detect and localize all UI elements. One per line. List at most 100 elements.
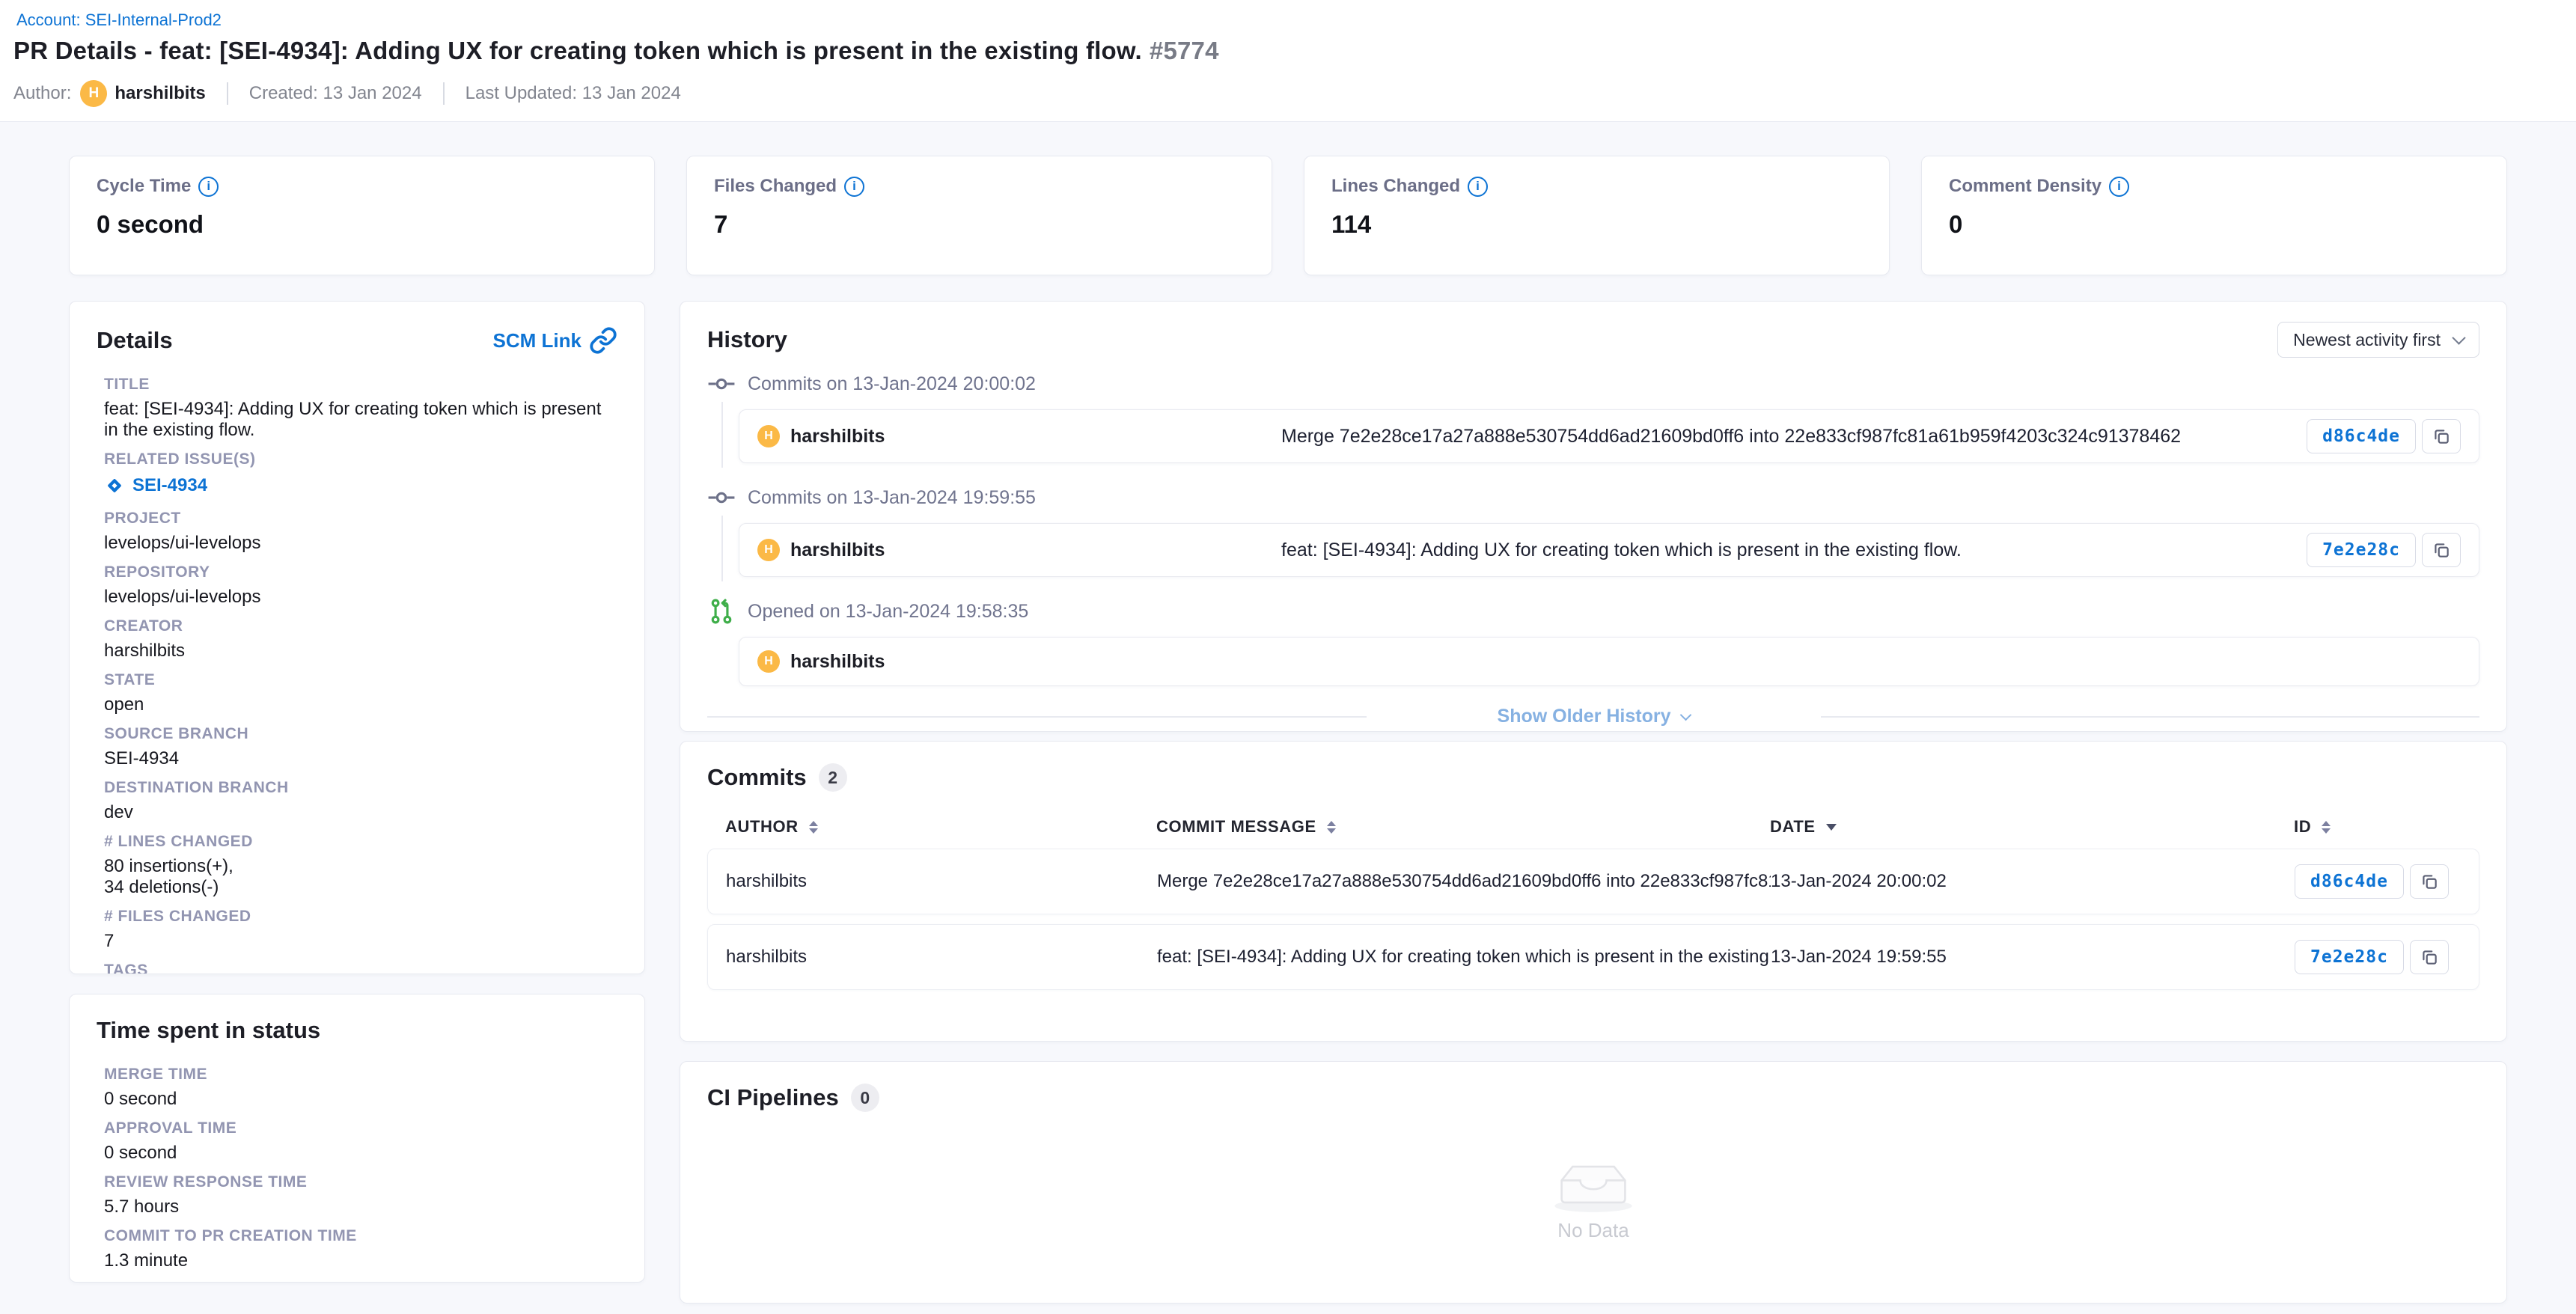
- info-icon[interactable]: i: [844, 177, 864, 197]
- author-initial: H: [89, 85, 100, 102]
- field-value: 0 second: [104, 1143, 617, 1164]
- field-destination-branch: DESTINATION BRANCH dev: [104, 778, 617, 823]
- link-icon: [589, 326, 617, 355]
- show-older-history-button[interactable]: Show Older History: [1498, 706, 1690, 727]
- history-sort-dropdown[interactable]: Newest activity first: [2277, 322, 2479, 358]
- metric-card-lines-changed: Lines Changedi 114: [1304, 156, 1890, 275]
- scm-link[interactable]: SCM Link: [493, 326, 617, 355]
- column-header-date[interactable]: DATE: [1770, 817, 2294, 837]
- commit-hash-button[interactable]: d86c4de: [2295, 864, 2404, 899]
- field-label: APPROVAL TIME: [104, 1119, 617, 1138]
- account-breadcrumb-link[interactable]: Account: SEI-Internal-Prod2: [16, 10, 222, 30]
- field-label: # LINES CHANGED: [104, 832, 617, 852]
- copy-hash-button[interactable]: [2422, 533, 2461, 567]
- history-entry-opened: Opened on 13-Jan-2024 19:58:35 H harshil…: [707, 596, 2479, 686]
- field-source-branch: SOURCE BRANCH SEI-4934: [104, 724, 617, 769]
- field-value: 0 second: [104, 1089, 617, 1110]
- info-icon[interactable]: i: [198, 177, 219, 197]
- commits-panel: Commits 2 AUTHOR COMMIT MESSAGE DATE: [680, 741, 2507, 1042]
- sort-carets-icon: [2322, 821, 2331, 834]
- pr-title-text: PR Details - feat: [SEI-4934]: Adding UX…: [13, 37, 1142, 64]
- field-tags: TAGS: [104, 961, 617, 974]
- related-issue-link[interactable]: SEI-4934: [104, 474, 207, 498]
- field-creator: CREATOR harshilbits: [104, 617, 617, 661]
- commit-message-cell: feat: [SEI-4934]: Adding UX for creating…: [1157, 947, 1771, 968]
- user-avatar: H: [757, 539, 780, 561]
- author-label: Author:: [13, 83, 71, 104]
- sort-carets-icon: [809, 821, 818, 834]
- info-icon[interactable]: i: [1468, 177, 1488, 197]
- field-label: TAGS: [104, 961, 617, 974]
- field-value: 7: [104, 931, 617, 952]
- field-value: 1.3 minute: [104, 1250, 617, 1271]
- field-value-deletions: 34 deletions(-): [104, 877, 617, 898]
- author-name: harshilbits: [115, 83, 205, 104]
- column-label: ID: [2294, 817, 2311, 837]
- copy-hash-button[interactable]: [2422, 419, 2461, 453]
- field-value: harshilbits: [104, 641, 617, 661]
- metric-card-comment-density: Comment Density i 0: [1921, 156, 2507, 275]
- info-icon[interactable]: i: [2109, 177, 2129, 197]
- details-heading: Details: [97, 327, 173, 354]
- field-label: PROJECT: [104, 509, 617, 528]
- field-value: feat: [SEI-4934]: Adding UX for creating…: [104, 399, 617, 441]
- field-label: TITLE: [104, 375, 617, 394]
- commit-message-cell: Merge 7e2e28ce17a27a888e530754dd6ad21609…: [1157, 871, 1771, 892]
- ci-pipelines-heading: CI Pipelines: [707, 1084, 839, 1111]
- pr-number: #5774: [1150, 37, 1219, 64]
- commit-hash-button[interactable]: d86c4de: [2307, 419, 2416, 453]
- commits-count-badge: 2: [819, 763, 847, 792]
- column-label: AUTHOR: [725, 817, 799, 837]
- field-title: TITLE feat: [SEI-4934]: Adding UX for cr…: [104, 375, 617, 441]
- field-value: levelops/ui-levelops: [104, 587, 617, 608]
- column-header-author[interactable]: AUTHOR: [725, 817, 1156, 837]
- field-label: MERGE TIME: [104, 1065, 617, 1084]
- commit-table-row: harshilbits Merge 7e2e28ce17a27a888e5307…: [707, 849, 2479, 914]
- field-project: PROJECT levelops/ui-levelops: [104, 509, 617, 554]
- history-panel: History Newest activity first Commits on…: [680, 301, 2507, 732]
- scm-link-label: SCM Link: [493, 329, 582, 352]
- diamond-issue-icon: [104, 475, 125, 496]
- metric-value: 0: [1949, 210, 2479, 239]
- copy-icon: [2432, 427, 2451, 446]
- field-label: CREATOR: [104, 617, 617, 636]
- page-header: Account: SEI-Internal-Prod2 PR Details -…: [0, 0, 2576, 122]
- commits-table-header: AUTHOR COMMIT MESSAGE DATE ID: [707, 815, 2479, 839]
- user-avatar: H: [757, 650, 780, 673]
- field-value-insertions: 80 insertions(+),: [104, 856, 617, 877]
- column-label: DATE: [1770, 817, 1816, 837]
- history-commit-card: H harshilbits Merge 7e2e28ce17a27a888e53…: [739, 409, 2479, 463]
- time-spent-heading: Time spent in status: [97, 1017, 617, 1050]
- metric-value: 0 second: [97, 210, 627, 239]
- copy-hash-button[interactable]: [2410, 864, 2449, 899]
- column-header-id[interactable]: ID: [2294, 817, 2461, 837]
- history-author: harshilbits: [790, 540, 885, 561]
- created-date: Created: 13 Jan 2024: [249, 83, 422, 104]
- field-review-response-time: REVIEW RESPONSE TIME 5.7 hours: [104, 1173, 617, 1217]
- commit-hash-button[interactable]: 7e2e28c: [2295, 940, 2404, 974]
- commit-hash-button[interactable]: 7e2e28c: [2307, 533, 2416, 567]
- user-avatar: H: [757, 425, 780, 447]
- commit-author-cell: harshilbits: [726, 947, 1157, 968]
- field-label: COMMIT TO PR CREATION TIME: [104, 1226, 617, 1246]
- field-value: levelops/ui-levelops: [104, 533, 617, 554]
- copy-hash-button[interactable]: [2410, 940, 2449, 974]
- related-issue-key: SEI-4934: [132, 474, 207, 498]
- metric-cards-row: Cycle Timei 0 second Files Changedi 7 Li…: [69, 156, 2507, 275]
- column-header-commit-message[interactable]: COMMIT MESSAGE: [1156, 817, 1770, 837]
- metric-value: 114: [1331, 210, 1862, 239]
- copy-icon: [2420, 947, 2439, 967]
- author-avatar: H: [80, 80, 107, 107]
- show-older-history-label: Show Older History: [1498, 706, 1671, 727]
- history-entry-label: Commits on 13-Jan-2024 20:00:02: [748, 373, 1036, 395]
- copy-icon: [2420, 872, 2439, 891]
- metric-label: Comment Density: [1949, 176, 2102, 197]
- field-related-issues: RELATED ISSUE(S) SEI-4934: [104, 450, 617, 500]
- history-opened-card: H harshilbits: [739, 637, 2479, 686]
- chevron-down-icon: [2452, 331, 2465, 344]
- commit-author-cell: harshilbits: [726, 871, 1157, 892]
- main-content: Cycle Timei 0 second Files Changedi 7 Li…: [0, 122, 2576, 1304]
- chevron-down-icon: [1679, 709, 1691, 721]
- commit-table-row: harshilbits feat: [SEI-4934]: Adding UX …: [707, 924, 2479, 990]
- field-repository: REPOSITORY levelops/ui-levelops: [104, 563, 617, 608]
